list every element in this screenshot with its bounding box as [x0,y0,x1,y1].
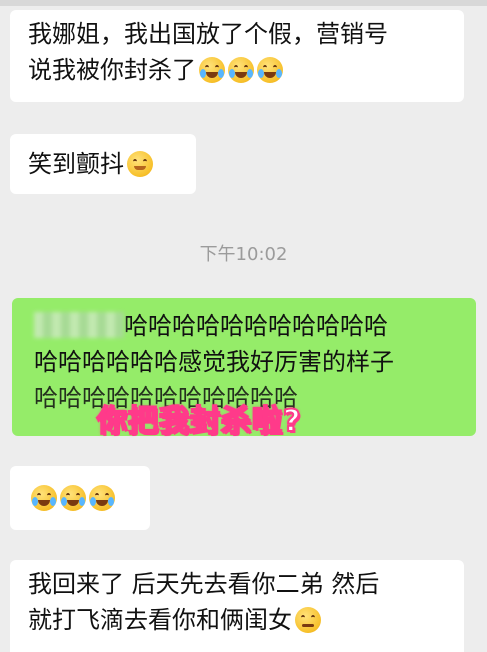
top-cropped-bubble [0,0,487,6]
message-3-line-1: 哈哈哈哈哈哈哈哈哈哈哈 [34,308,462,344]
message-bubble-4[interactable] [10,466,150,530]
message-5-line-1: 我回来了 后天先去看你二弟 然后 [28,570,380,598]
crying-laughing-icon [228,57,254,83]
blurred-text [34,312,124,338]
smile-icon [127,151,153,177]
message-bubble-2[interactable]: 笑到颤抖 [10,134,196,194]
message-bubble-5[interactable]: 我回来了 后天先去看你二弟 然后 就打飞滴去看你和俩闺女 [10,560,464,652]
crying-laughing-icon [199,57,225,83]
message-3-line-2: 哈哈哈哈哈哈感觉我好厉害的样子 [34,348,394,376]
crying-laughing-icon [60,485,86,511]
message-1-line-1: 我娜姐，我出国放了个假，营销号 [28,20,388,48]
message-timestamp: 下午10:02 [199,244,288,265]
message-bubble-1[interactable]: 我娜姐，我出国放了个假，营销号 说我被你封杀了 [10,10,464,102]
overlay-caption: 你把我封杀啦? [96,403,302,440]
crying-laughing-icon [89,485,115,511]
message-1-line-2: 说我被你封杀了 [28,52,446,88]
message-5-line-2: 就打飞滴去看你和俩闺女 [28,602,446,638]
crying-laughing-icon [257,57,283,83]
message-2-text: 笑到颤抖 [28,150,124,178]
thinking-icon [295,607,321,633]
crying-laughing-icon [31,485,57,511]
